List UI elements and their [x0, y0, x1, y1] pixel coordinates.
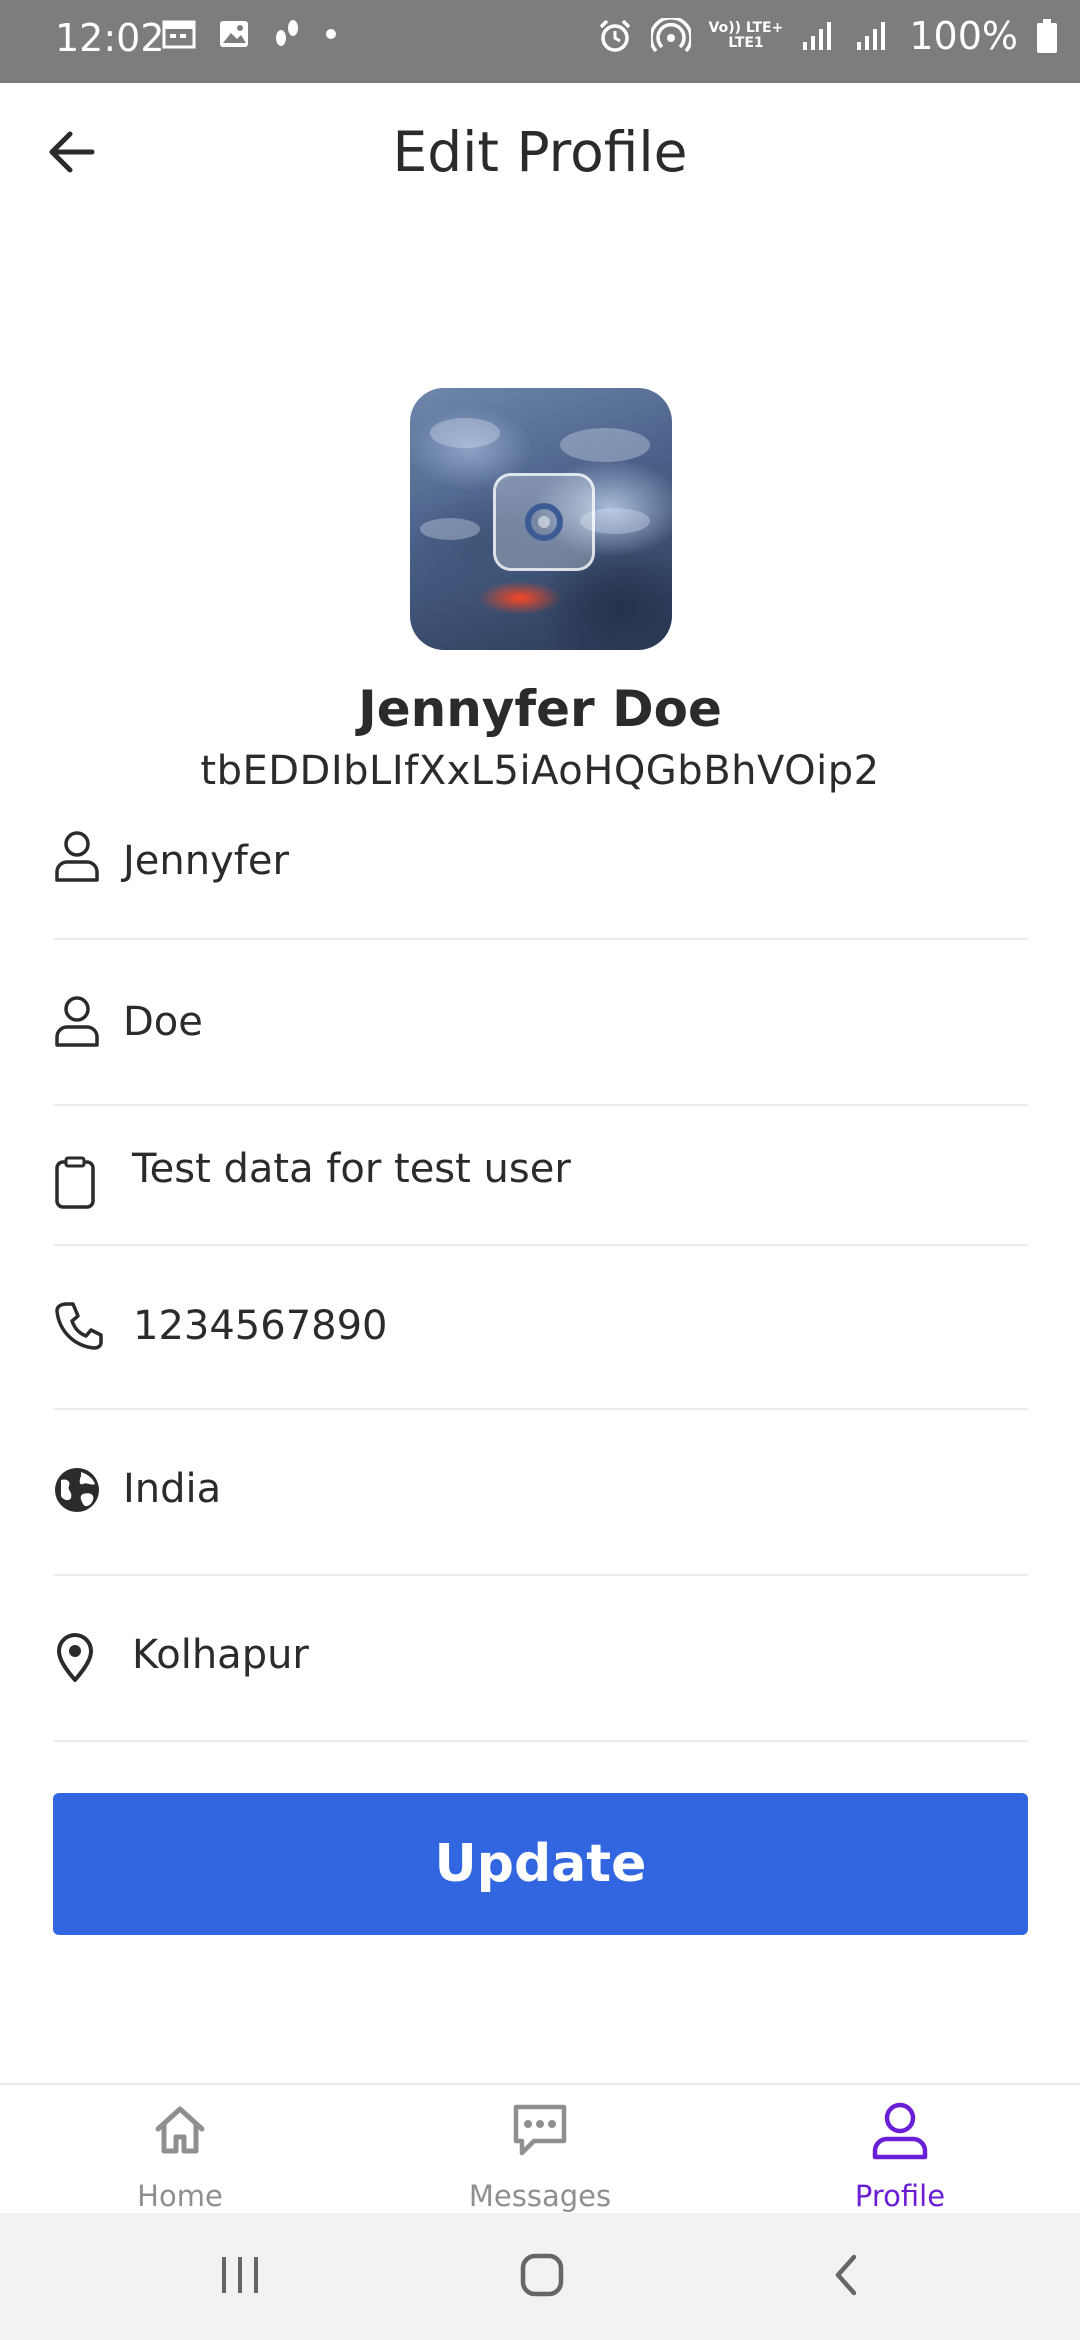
- bio-value: Test data for test user: [132, 1146, 571, 1192]
- nav-messages-label: Messages: [468, 2179, 612, 2213]
- profile-photo[interactable]: [410, 388, 672, 650]
- first-name-field[interactable]: Jennyfer: [53, 810, 1028, 940]
- chat-bubble-icon: [510, 2101, 570, 2163]
- profile-user-id: tbEDDIbLIfXxL5iAoHQGbBhVOip2: [200, 748, 880, 794]
- steps-icon: [276, 20, 298, 46]
- recent-apps-icon: [222, 2257, 258, 2293]
- nav-home-label: Home: [137, 2179, 223, 2213]
- phone-field[interactable]: 1234567890: [53, 1246, 1028, 1410]
- signal-icon: [803, 22, 832, 50]
- system-nav-bar: [0, 2213, 1080, 2340]
- dot-icon: [326, 29, 336, 39]
- last-name-value: Doe: [123, 999, 203, 1045]
- update-button[interactable]: Update: [53, 1793, 1028, 1935]
- image-icon: [220, 21, 248, 47]
- nav-profile-label: Profile: [854, 2179, 946, 2213]
- last-name-field[interactable]: Doe: [53, 940, 1028, 1106]
- status-time: 12:02: [55, 16, 165, 60]
- city-value: Kolhapur: [132, 1632, 309, 1678]
- status-bar: 12:02 Vo)) LTE+ LTE1 100%: [0, 0, 1080, 83]
- status-right: Vo)) LTE+ LTE1 100%: [597, 14, 1058, 58]
- person-icon: [53, 993, 101, 1049]
- signal-icon-2: [857, 22, 886, 50]
- battery-icon: [1037, 19, 1057, 53]
- globe-icon: [53, 1466, 101, 1514]
- phone-icon: [53, 1300, 105, 1352]
- nav-messages[interactable]: Messages: [440, 2085, 640, 2215]
- recent-apps-button[interactable]: [218, 2251, 264, 2303]
- bio-field[interactable]: Test data for test user: [53, 1106, 1028, 1246]
- clipboard-icon: [53, 1156, 97, 1210]
- home-system-button[interactable]: [518, 2251, 566, 2303]
- country-value: India: [123, 1466, 222, 1512]
- profile-full-name: Jennyfer Doe: [358, 680, 722, 738]
- person-icon: [871, 2101, 929, 2165]
- notification-icons: [162, 18, 338, 50]
- hotspot-icon: [650, 18, 691, 53]
- city-field[interactable]: Kolhapur: [53, 1576, 1028, 1742]
- person-icon: [53, 828, 101, 884]
- country-field[interactable]: India: [53, 1410, 1028, 1576]
- phone-value: 1234567890: [133, 1303, 388, 1349]
- back-system-button[interactable]: [826, 2251, 866, 2303]
- home-icon: [152, 2101, 208, 2161]
- calendar-icon: [162, 20, 196, 49]
- location-pin-icon: [53, 1632, 97, 1684]
- change-photo-button[interactable]: [493, 473, 595, 571]
- home-circle-icon: [520, 2253, 564, 2297]
- camera-icon: [525, 503, 563, 541]
- first-name-value: Jennyfer: [123, 838, 289, 884]
- alarm-icon: [599, 19, 630, 52]
- battery-text: 100%: [909, 14, 1018, 58]
- nav-profile[interactable]: Profile: [800, 2085, 1000, 2215]
- nav-home[interactable]: Home: [80, 2085, 280, 2215]
- page-title: Edit Profile: [392, 120, 688, 184]
- bottom-nav: Home Messages Profile: [0, 2083, 1080, 2215]
- chevron-left-icon: [835, 2254, 857, 2296]
- network-type: Vo)) LTE+ LTE1: [708, 20, 784, 51]
